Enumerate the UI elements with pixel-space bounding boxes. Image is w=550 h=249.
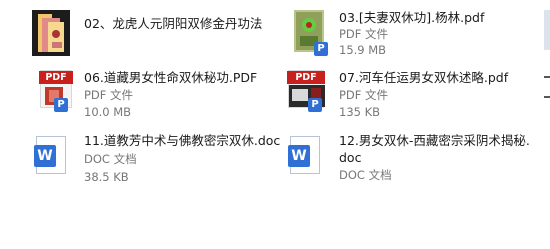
file-item[interactable]: PDF P 06.道藏男女性命双休秘功.PDF PDF 文件 10.0 MB <box>0 62 280 124</box>
file-item[interactable]: W 12.男女双休-西藏密宗采阴术揭秘. doc DOC 文档 <box>280 124 540 186</box>
partial-file-icon <box>544 10 550 50</box>
partial-file-icon <box>544 96 550 98</box>
word-letter: W <box>34 145 56 167</box>
file-item[interactable]: 02、龙虎人元阴阳双修金丹功法 <box>0 0 280 62</box>
file-item[interactable]: W 11.道教芳中术与佛教密宗双休.doc DOC 文档 38.5 KB <box>0 124 280 186</box>
file-name: 02、龙虎人元阴阳双修金丹功法 <box>84 16 263 31</box>
pdf-thumbnail-icon: P <box>294 10 330 58</box>
pdf-badge-icon: P <box>314 42 328 56</box>
file-type: DOC 文档 <box>84 152 137 166</box>
file-type: PDF 文件 <box>84 88 134 102</box>
pdf-label: PDF <box>39 71 73 84</box>
offscreen-file-item[interactable] <box>544 76 550 106</box>
pdf-badge-icon: P <box>308 98 322 112</box>
file-size: 15.9 MB <box>339 43 387 57</box>
pdf-badge-icon: P <box>54 98 68 112</box>
file-name-continued: doc <box>339 150 362 165</box>
file-type: PDF 文件 <box>339 88 389 102</box>
file-name: 06.道藏男女性命双休秘功.PDF <box>84 70 258 85</box>
file-type: DOC 文档 <box>339 168 392 182</box>
file-size: 135 KB <box>339 105 381 119</box>
word-doc-icon: W <box>34 136 70 180</box>
file-item[interactable]: PDF P 07.河车任运男女双休述略.pdf PDF 文件 135 KB <box>280 62 550 124</box>
file-item[interactable]: P 03.[夫妻双休功].杨林.pdf PDF 文件 15.9 MB <box>280 0 550 62</box>
folder-thumbnail-icon <box>32 10 70 56</box>
pdf-file-icon: PDF P <box>39 70 76 114</box>
partial-file-icon <box>544 76 550 78</box>
word-letter: W <box>288 145 310 167</box>
file-size: 38.5 KB <box>84 170 129 184</box>
offscreen-file-item[interactable] <box>542 10 550 56</box>
pdf-label: PDF <box>287 71 325 84</box>
file-size: 10.0 MB <box>84 105 132 119</box>
file-name: 11.道教芳中术与佛教密宗双休.doc <box>84 133 281 148</box>
file-name: 03.[夫妻双休功].杨林.pdf <box>339 10 485 25</box>
file-type: PDF 文件 <box>339 27 389 41</box>
word-doc-icon: W <box>288 136 324 180</box>
file-name: 07.河车任运男女双休述略.pdf <box>339 70 509 85</box>
file-name: 12.男女双休-西藏密宗采阴术揭秘. <box>339 133 530 148</box>
pdf-file-icon: PDF P <box>287 70 325 114</box>
